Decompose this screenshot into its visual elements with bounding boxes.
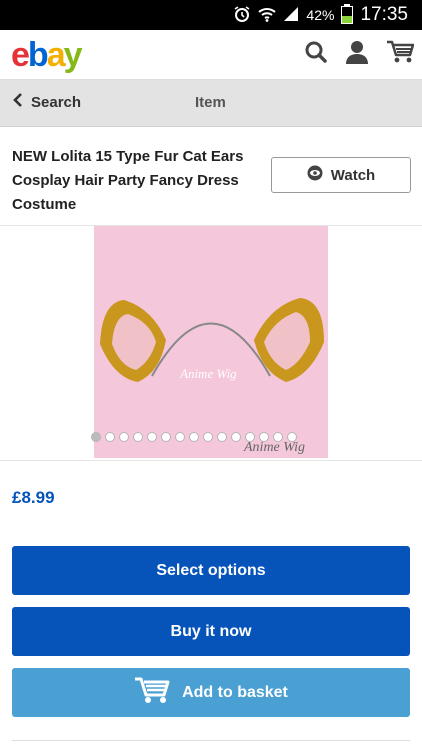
cat-ears-headband-image [94, 226, 328, 458]
buy-it-now-button[interactable]: Buy it now [12, 607, 410, 656]
page-title: Item [195, 94, 226, 111]
gallery-dot[interactable] [133, 432, 143, 442]
gallery-dot[interactable] [91, 432, 101, 442]
cart-icon [134, 676, 170, 709]
wifi-icon [258, 6, 277, 25]
watch-button[interactable]: Watch [271, 157, 411, 193]
alarm-icon [233, 5, 251, 26]
divider [12, 740, 410, 741]
gallery-dot[interactable] [119, 432, 129, 442]
watermark-corner: Anime Wig [244, 440, 306, 455]
cart-icon[interactable] [386, 40, 414, 64]
add-to-basket-button[interactable]: Add to basket [12, 668, 410, 717]
watch-label: Watch [330, 166, 376, 184]
gallery-dot[interactable] [259, 432, 269, 442]
gallery-dots [91, 432, 297, 442]
select-options-label: Select options [156, 561, 266, 579]
gallery-dot[interactable] [161, 432, 171, 442]
gallery-dot[interactable] [287, 432, 297, 442]
chevron-left-icon [13, 93, 23, 111]
gallery-dot[interactable] [189, 432, 199, 442]
gallery-dot[interactable] [105, 432, 115, 442]
select-options-button[interactable]: Select options [12, 546, 410, 595]
buy-it-now-label: Buy it now [170, 622, 252, 640]
image-gallery[interactable]: Anime Wig Anime Wig [0, 226, 422, 461]
status-bar: 42% 17:35 [0, 0, 422, 30]
gallery-dot[interactable] [175, 432, 185, 442]
signal-icon [283, 6, 299, 25]
item-title: NEW Lolita 15 Type Fur Cat Ears Cosplay … [12, 148, 244, 213]
gallery-dot[interactable] [203, 432, 213, 442]
watermark-center: Anime Wig [180, 366, 237, 381]
item-photo[interactable]: Anime Wig Anime Wig [94, 226, 328, 458]
gallery-dot[interactable] [245, 432, 255, 442]
item-price: £8.99 [12, 488, 55, 507]
gallery-dot[interactable] [231, 432, 241, 442]
gallery-dot[interactable] [217, 432, 227, 442]
search-icon[interactable] [304, 40, 328, 64]
gallery-dot[interactable] [147, 432, 157, 442]
add-to-basket-label: Add to basket [182, 683, 288, 701]
app-header: ebay [0, 30, 422, 80]
account-icon[interactable] [346, 40, 368, 64]
back-label: Search [31, 93, 82, 111]
item-header: NEW Lolita 15 Type Fur Cat Ears Cosplay … [0, 127, 422, 226]
clock: 17:35 [360, 4, 408, 25]
battery-icon [341, 4, 354, 24]
navigation-bar: Search Item [0, 80, 422, 127]
ebay-logo[interactable]: ebay [11, 36, 83, 75]
gallery-dot[interactable] [273, 432, 283, 442]
eye-icon [307, 165, 323, 185]
battery-percent: 42% [306, 7, 335, 23]
back-button[interactable]: Search [13, 93, 81, 111]
